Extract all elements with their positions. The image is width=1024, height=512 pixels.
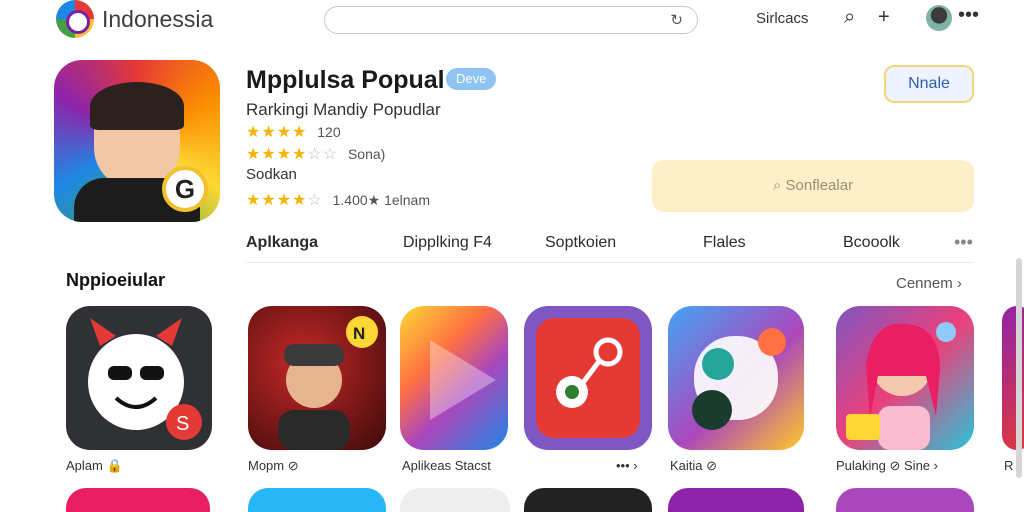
app-store-logo[interactable]: [56, 0, 94, 38]
cartoon-devil-icon: S: [88, 318, 202, 440]
top-header: Indonessia ↻ Sirlcacs ⌕ + •••: [0, 0, 1024, 40]
scrollbar[interactable]: [1016, 258, 1022, 478]
app-card-row2-3[interactable]: [400, 488, 510, 512]
status-badge: Deve: [446, 68, 497, 90]
rating-row-3: ★★★★☆ 1.400★ 1elnam: [246, 192, 431, 209]
tab-2[interactable]: Dipplking F4: [403, 234, 492, 252]
brand-title: Indonessia: [102, 6, 214, 32]
app-card-row2-4[interactable]: [524, 488, 652, 512]
more-dots-icon[interactable]: •••: [954, 232, 973, 253]
stars-icon: ★★★★☆☆: [246, 146, 339, 163]
see-more-link[interactable]: Cennem ›: [896, 275, 962, 292]
play-arrow-icon: [430, 340, 496, 420]
rating-row-1: ★★★★ 120: [246, 124, 341, 141]
svg-text:S: S: [176, 413, 189, 435]
app-label-1: Aplam 🔒: [66, 458, 123, 473]
tab-5[interactable]: Bcooolk: [843, 234, 900, 252]
app-card-row2-2[interactable]: [248, 488, 386, 512]
app-card-5[interactable]: [668, 306, 804, 450]
chevron-right-icon: ›: [956, 275, 962, 292]
shapes-game-icon: [692, 328, 786, 430]
search-icon: ⌕: [772, 177, 782, 194]
puzzle-game-icon: [536, 318, 640, 438]
app-card-row2-6[interactable]: [836, 488, 974, 512]
tab-1[interactable]: Aplkanga: [246, 234, 318, 252]
tab-4[interactable]: Flales: [703, 234, 746, 252]
app-card-2[interactable]: N: [248, 306, 386, 450]
header-link[interactable]: Sirlcacs: [756, 10, 809, 27]
app-card-row2-5[interactable]: [668, 488, 804, 512]
section-title: Nppioeiular: [66, 270, 166, 290]
more-dots-icon[interactable]: ••• ›: [616, 458, 638, 473]
app-card-6[interactable]: [836, 306, 974, 450]
refresh-icon[interactable]: ↻: [670, 11, 683, 29]
app-label-2: Mopm ⊘: [248, 458, 299, 473]
app-card-row2-1[interactable]: [66, 488, 210, 512]
search-icon[interactable]: ⌕: [844, 6, 855, 28]
rating-row-2: ★★★★☆☆ Sona): [246, 146, 386, 163]
tab-3[interactable]: Soptkoien: [545, 234, 616, 252]
developer-name[interactable]: Sodkan: [246, 166, 297, 183]
featured-app-title: Mpplulsa Popual: [246, 66, 445, 94]
app-card-4[interactable]: [524, 306, 652, 450]
secondary-search-button[interactable]: ⌕ Sonflealar: [652, 160, 974, 212]
svg-text:N: N: [353, 324, 365, 343]
boy-character-icon: N: [278, 316, 378, 450]
featured-app-icon[interactable]: G: [54, 60, 220, 222]
app-label-5: Pulaking ⊘ Sine ›: [836, 458, 938, 473]
divider: [246, 262, 974, 263]
search-input[interactable]: ↻: [324, 6, 698, 34]
app-label-3: Aplikeas Stacst: [402, 458, 491, 473]
g-badge-icon: G: [162, 166, 208, 212]
avatar[interactable]: [926, 5, 952, 31]
app-label-4: Kaitia ⊘: [670, 458, 718, 473]
lock-icon: 🔒: [106, 458, 123, 473]
app-card-1[interactable]: S: [66, 306, 212, 450]
stars-icon: ★★★★: [246, 124, 308, 141]
featured-app-subtitle: Rarkingi Mandiy Popudlar: [246, 100, 441, 119]
info-icon: ⊘: [287, 458, 299, 473]
info-icon: ⊘ Sine: [889, 458, 931, 473]
plus-icon[interactable]: +: [878, 6, 890, 28]
stars-icon: ★★★★☆: [246, 192, 323, 209]
category-tabs: Aplkanga Dipplking F4 Soptkoien Flales B…: [0, 226, 1024, 262]
more-dots-icon[interactable]: •••: [958, 4, 979, 26]
install-button[interactable]: Nnale: [884, 65, 974, 103]
anime-girl-icon: [846, 322, 956, 450]
info-icon: ⊘: [706, 458, 718, 473]
character-hair: [90, 82, 184, 130]
app-label-6: R: [1004, 458, 1014, 473]
app-card-3[interactable]: [400, 306, 508, 450]
